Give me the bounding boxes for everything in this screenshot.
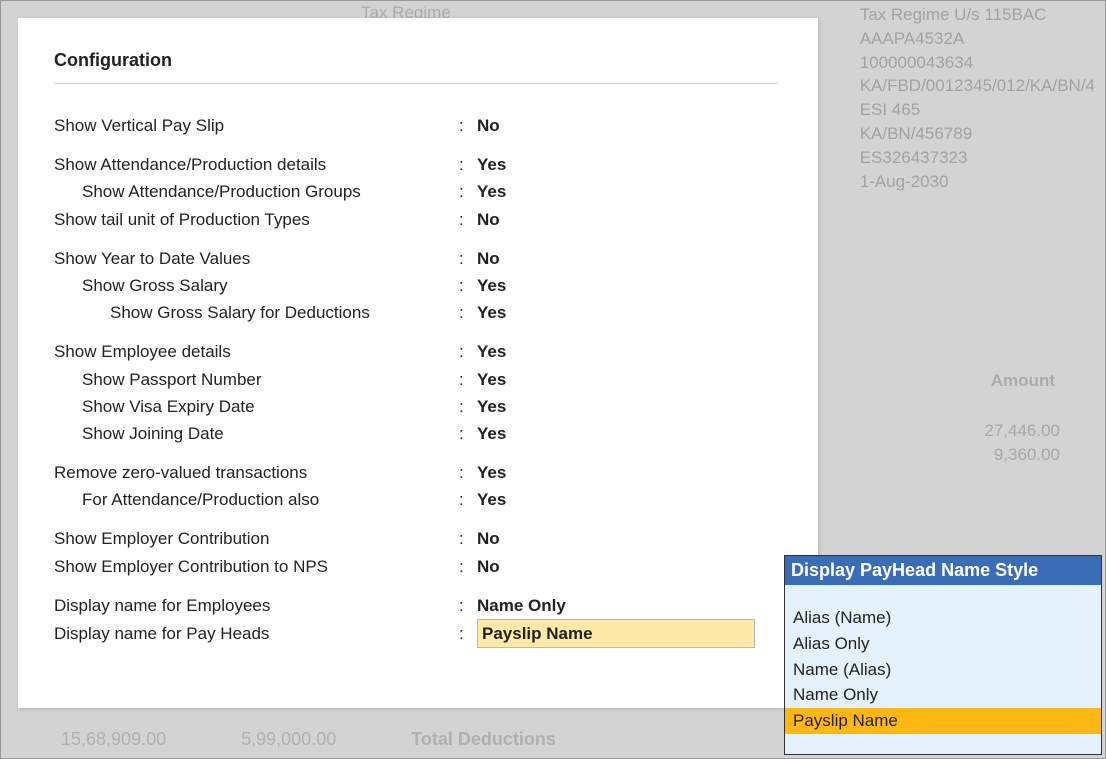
bg-right-line: ES326437323 [860,146,1095,170]
config-label: Display name for Employees [54,592,459,619]
config-label: Show Year to Date Values [54,245,459,272]
config-row[interactable]: Show Attendance/Production details:Yes [54,151,778,178]
colon: : [459,553,477,580]
config-value[interactable]: Yes [477,299,506,326]
colon: : [459,151,477,178]
colon: : [459,459,477,486]
bg-bottom-label: Total Deductions [411,729,556,749]
colon: : [459,272,477,299]
colon: : [459,178,477,205]
config-value[interactable]: Yes [477,272,506,299]
config-row[interactable]: Show Gross Salary:Yes [54,272,778,299]
config-row[interactable]: Show Vertical Pay Slip:No [54,112,778,139]
config-row[interactable]: Show Employer Contribution to NPS:No [54,553,778,580]
bg-right-block: Tax Regime U/s 115BAC AAAPA4532A 1000000… [860,3,1095,193]
config-value[interactable]: Yes [477,420,506,447]
bg-right-line: KA/FBD/0012345/012/KA/BN/4 [860,74,1095,98]
config-value[interactable]: No [477,112,500,139]
popup-item[interactable]: Name Only [785,682,1101,708]
config-value[interactable]: Yes [477,393,506,420]
colon: : [459,299,477,326]
config-row[interactable]: Show Joining Date:Yes [54,420,778,447]
config-label: Show Passport Number [54,366,459,393]
config-value[interactable]: Yes [477,178,506,205]
config-value[interactable]: Yes [477,151,506,178]
config-row[interactable]: Remove zero-valued transactions:Yes [54,459,778,486]
bg-bottom-row: 15,68,909.00 5,99,000.00 Total Deduction… [61,729,626,750]
bg-right-line: 1-Aug-2030 [860,170,1095,194]
config-row[interactable]: Show Passport Number:Yes [54,366,778,393]
bg-amounts: 27,446.00 9,360.00 [984,419,1060,467]
config-label: Show Gross Salary for Deductions [54,299,459,326]
config-value[interactable]: Yes [477,459,506,486]
config-row[interactable]: Show Employer Contribution:No [54,525,778,552]
bg-bottom-a: 15,68,909.00 [61,729,166,749]
colon: : [459,525,477,552]
config-value[interactable]: No [477,553,500,580]
bg-right-line: ESI 465 [860,98,1095,122]
colon: : [459,338,477,365]
config-label: Show Joining Date [54,420,459,447]
config-label: For Attendance/Production also [54,486,459,513]
colon: : [459,112,477,139]
modal-title: Configuration [54,50,778,84]
config-row[interactable]: Show Year to Date Values:No [54,245,778,272]
colon: : [459,206,477,233]
colon: : [459,245,477,272]
config-row[interactable]: Show Gross Salary for Deductions:Yes [54,299,778,326]
config-value[interactable]: Yes [477,338,506,365]
popup-item[interactable]: Payslip Name [785,708,1101,734]
config-label: Show Gross Salary [54,272,459,299]
popup-item[interactable]: Alias (Name) [785,605,1101,631]
config-row[interactable]: Show Attendance/Production Groups:Yes [54,178,778,205]
bg-amount-header: Amount [991,371,1055,391]
config-value[interactable]: Yes [477,486,506,513]
colon: : [459,620,477,647]
bg-right-line: KA/BN/456789 [860,122,1095,146]
config-row[interactable]: Display name for Employees:Name Only [54,592,778,619]
configuration-panel: Configuration Show Vertical Pay Slip:NoS… [18,18,818,708]
config-row[interactable]: Show Employee details:Yes [54,338,778,365]
config-row[interactable]: Show Visa Expiry Date:Yes [54,393,778,420]
config-label: Show Visa Expiry Date [54,393,459,420]
config-label: Show Employer Contribution [54,525,459,552]
config-label: Show Employee details [54,338,459,365]
popup-title: Display PayHead Name Style [785,556,1101,585]
colon: : [459,592,477,619]
config-value[interactable]: Yes [477,366,506,393]
colon: : [459,420,477,447]
bg-bottom-b: 5,99,000.00 [241,729,336,749]
config-row[interactable]: Show tail unit of Production Types:No [54,206,778,233]
config-row[interactable]: Display name for Pay Heads:Payslip Name [54,619,778,648]
config-row[interactable]: For Attendance/Production also:Yes [54,486,778,513]
colon: : [459,366,477,393]
config-rows: Show Vertical Pay Slip:NoShow Attendance… [54,112,778,648]
bg-amount-value: 9,360.00 [984,443,1060,467]
bg-right-line: 100000043634 [860,51,1095,75]
config-label: Remove zero-valued transactions [54,459,459,486]
colon: : [459,393,477,420]
config-label: Show Attendance/Production details [54,151,459,178]
popup-item[interactable]: Alias Only [785,631,1101,657]
popup-item[interactable]: Name (Alias) [785,657,1101,683]
config-label: Show tail unit of Production Types [54,206,459,233]
bg-right-line: AAAPA4532A [860,27,1095,51]
config-label: Show Vertical Pay Slip [54,112,459,139]
config-value[interactable]: Name Only [477,592,566,619]
payhead-name-style-popup: Display PayHead Name Style Alias (Name)A… [784,555,1102,755]
bg-amount-value: 27,446.00 [984,419,1060,443]
config-value[interactable]: No [477,206,500,233]
config-label: Show Employer Contribution to NPS [54,553,459,580]
config-value-input[interactable]: Payslip Name [477,619,755,648]
config-value[interactable]: No [477,525,500,552]
config-label: Display name for Pay Heads [54,620,459,647]
colon: : [459,486,477,513]
config-label: Show Attendance/Production Groups [54,178,459,205]
config-value[interactable]: No [477,245,500,272]
bg-right-line: Tax Regime U/s 115BAC [860,3,1095,27]
